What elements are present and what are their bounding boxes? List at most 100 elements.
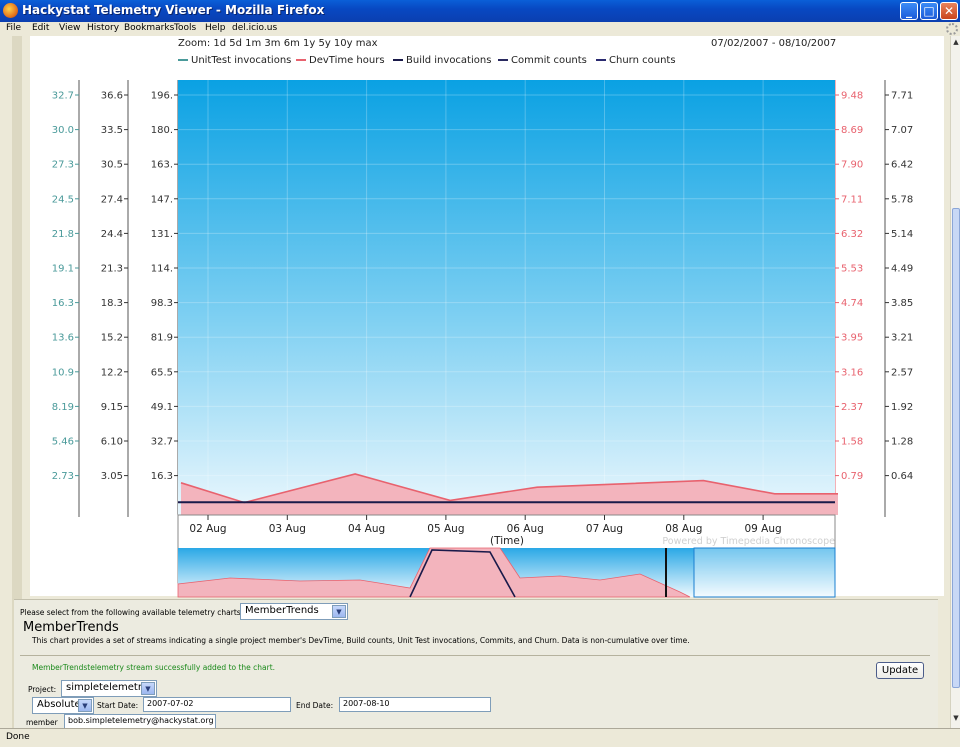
devtime-axis-tick-label: 3.95 — [841, 333, 863, 344]
build-axis-tick-label: 15.2 — [101, 333, 123, 344]
churn-axis-tick-label: 32.7 — [151, 437, 173, 448]
commit-axis-tick-label: 7.71 — [891, 91, 913, 102]
status-bar: Done — [0, 728, 960, 747]
unittest-axis-tick-label: 5.46 — [52, 437, 74, 448]
commit-axis-tick-label: 1.92 — [891, 402, 913, 413]
plot-area — [178, 80, 835, 515]
chevron-down-icon: ▼ — [78, 699, 92, 712]
unittest-axis-tick-label: 24.5 — [52, 194, 74, 205]
firefox-logo-icon — [3, 3, 18, 18]
menu-delicious[interactable]: del.icio.us — [232, 23, 277, 33]
menu-edit[interactable]: Edit — [32, 23, 49, 33]
project-select[interactable]: simpletelemetry ▼ — [61, 680, 157, 697]
mode-select-value: Absolute — [37, 699, 81, 710]
minimize-button[interactable]: _ — [900, 2, 918, 20]
x-tick-label: 09 Aug — [744, 523, 781, 535]
commit-axis-tick-label: 6.42 — [891, 160, 913, 171]
scrollbar-thumb[interactable] — [952, 208, 960, 688]
watermark: Powered by Timepedia Chronoscope — [662, 536, 835, 547]
build-axis-tick-label: 12.2 — [101, 367, 123, 378]
churn-axis-tick-label: 49.1 — [151, 402, 173, 413]
menu-tools[interactable]: Tools — [174, 23, 196, 33]
x-tick-label: 07 Aug — [586, 523, 623, 535]
build-axis-tick-label: 18.3 — [101, 298, 123, 309]
chart-description: This chart provides a set of streams ind… — [32, 636, 690, 645]
build-axis-tick-label: 24.4 — [101, 229, 123, 240]
commit-axis-tick-label: 4.49 — [891, 264, 913, 275]
scroll-down-icon[interactable]: ▼ — [952, 714, 960, 726]
build-axis-tick-label: 21.3 — [101, 264, 123, 275]
commit-axis-tick-label: 3.85 — [891, 298, 913, 309]
update-button[interactable]: Update — [876, 662, 924, 679]
scroll-up-icon[interactable]: ▲ — [952, 38, 960, 50]
divider — [20, 655, 930, 656]
project-label: Project: — [28, 685, 57, 694]
x-axis-label: (Time) — [490, 535, 524, 547]
commit-axis-tick-label: 2.57 — [891, 367, 913, 378]
devtime-axis-tick-label: 7.11 — [841, 194, 863, 205]
build-axis-tick-label: 3.05 — [101, 471, 123, 482]
devtime-axis-tick-label: 6.32 — [841, 229, 863, 240]
build-axis-tick-label: 9.15 — [101, 402, 123, 413]
x-tick-label: 08 Aug — [665, 523, 702, 535]
build-axis-tick-label: 30.5 — [101, 160, 123, 171]
menu-help[interactable]: Help — [205, 23, 226, 33]
churn-axis-tick-label: 147. — [151, 194, 173, 205]
devtime-axis-tick-label: 9.48 — [841, 91, 863, 102]
unittest-axis-tick-label: 16.3 — [52, 298, 74, 309]
unittest-axis-tick-label: 2.73 — [52, 471, 74, 482]
member-label: member — [26, 718, 58, 727]
build-axis-tick-label: 36.6 — [101, 91, 123, 102]
devtime-axis-tick-label: 2.37 — [841, 402, 863, 413]
status-text: Done — [6, 732, 30, 742]
unittest-axis-tick-label: 32.7 — [52, 91, 74, 102]
devtime-axis-tick-label: 4.74 — [841, 298, 863, 309]
devtime-axis-tick-label: 5.53 — [841, 264, 863, 275]
chart-control-panel: Please select from the following availab… — [14, 599, 938, 729]
unittest-axis-tick-label: 8.19 — [52, 402, 74, 413]
maximize-button[interactable]: □ — [920, 2, 938, 20]
commit-axis-tick-label: 5.78 — [891, 194, 913, 205]
devtime-axis-tick-label: 0.79 — [841, 471, 863, 482]
telemetry-chart[interactable]: 32.7 30.0 27.3 24.5 21.8 19.1 16.3 13.6 10.9 8.19… — [0, 36, 950, 598]
chart-select-prompt: Please select from the following availab… — [20, 608, 244, 617]
chevron-down-icon: ▼ — [141, 682, 155, 695]
churn-axis-tick-label: 180. — [151, 125, 173, 136]
end-date-label: End Date: — [296, 701, 334, 710]
chart-select[interactable]: MemberTrends ▼ — [240, 603, 348, 620]
commit-axis-tick-label: 1.28 — [891, 437, 913, 448]
member-field[interactable]: bob.simpletelemetry@hackystat.org — [64, 714, 216, 729]
start-date-field[interactable]: 2007-07-02 — [143, 697, 291, 712]
devtime-axis-tick-label: 3.16 — [841, 367, 863, 378]
mode-select[interactable]: Absolute ▼ — [32, 697, 94, 714]
chevron-down-icon: ▼ — [332, 605, 346, 618]
vertical-scrollbar[interactable]: ▲ ▼ — [950, 36, 960, 728]
churn-axis-tick-label: 81.9 — [151, 333, 173, 344]
x-tick-label: 06 Aug — [507, 523, 544, 535]
page-content: Zoom: 1d 5d 1m 3m 6m 1y 5y 10y max 07/02… — [0, 36, 950, 729]
churn-axis-tick-label: 196. — [151, 91, 173, 102]
x-tick-label: 04 Aug — [348, 523, 385, 535]
menu-bookmarks[interactable]: Bookmarks — [124, 23, 174, 33]
project-select-value: simpletelemetry — [66, 682, 148, 693]
menubar: File Edit View History Bookmarks Tools H… — [0, 22, 960, 36]
menu-view[interactable]: View — [59, 23, 80, 33]
unittest-axis-tick-label: 21.8 — [52, 229, 74, 240]
churn-axis-tick-label: 98.3 — [151, 298, 173, 309]
churn-axis-tick-label: 131. — [151, 229, 173, 240]
menu-file[interactable]: File — [6, 23, 21, 33]
build-axis-tick-label: 33.5 — [101, 125, 123, 136]
menu-history[interactable]: History — [87, 23, 119, 33]
commit-axis-tick-label: 3.21 — [891, 333, 913, 344]
close-button[interactable]: ✕ — [940, 2, 958, 20]
unittest-axis-tick-label: 13.6 — [52, 333, 74, 344]
success-message: MemberTrendstelemetry stream successfull… — [32, 663, 276, 672]
commit-axis-tick-label: 7.07 — [891, 125, 913, 136]
unittest-axis-tick-label: 10.9 — [52, 367, 74, 378]
unittest-axis-tick-label: 30.0 — [52, 125, 74, 136]
devtime-axis-tick-label: 7.90 — [841, 160, 863, 171]
unittest-axis-tick-label: 27.3 — [52, 160, 74, 171]
chart-title: MemberTrends — [23, 620, 119, 635]
end-date-field[interactable]: 2007-08-10 — [339, 697, 491, 712]
overview-selection[interactable] — [693, 547, 836, 598]
